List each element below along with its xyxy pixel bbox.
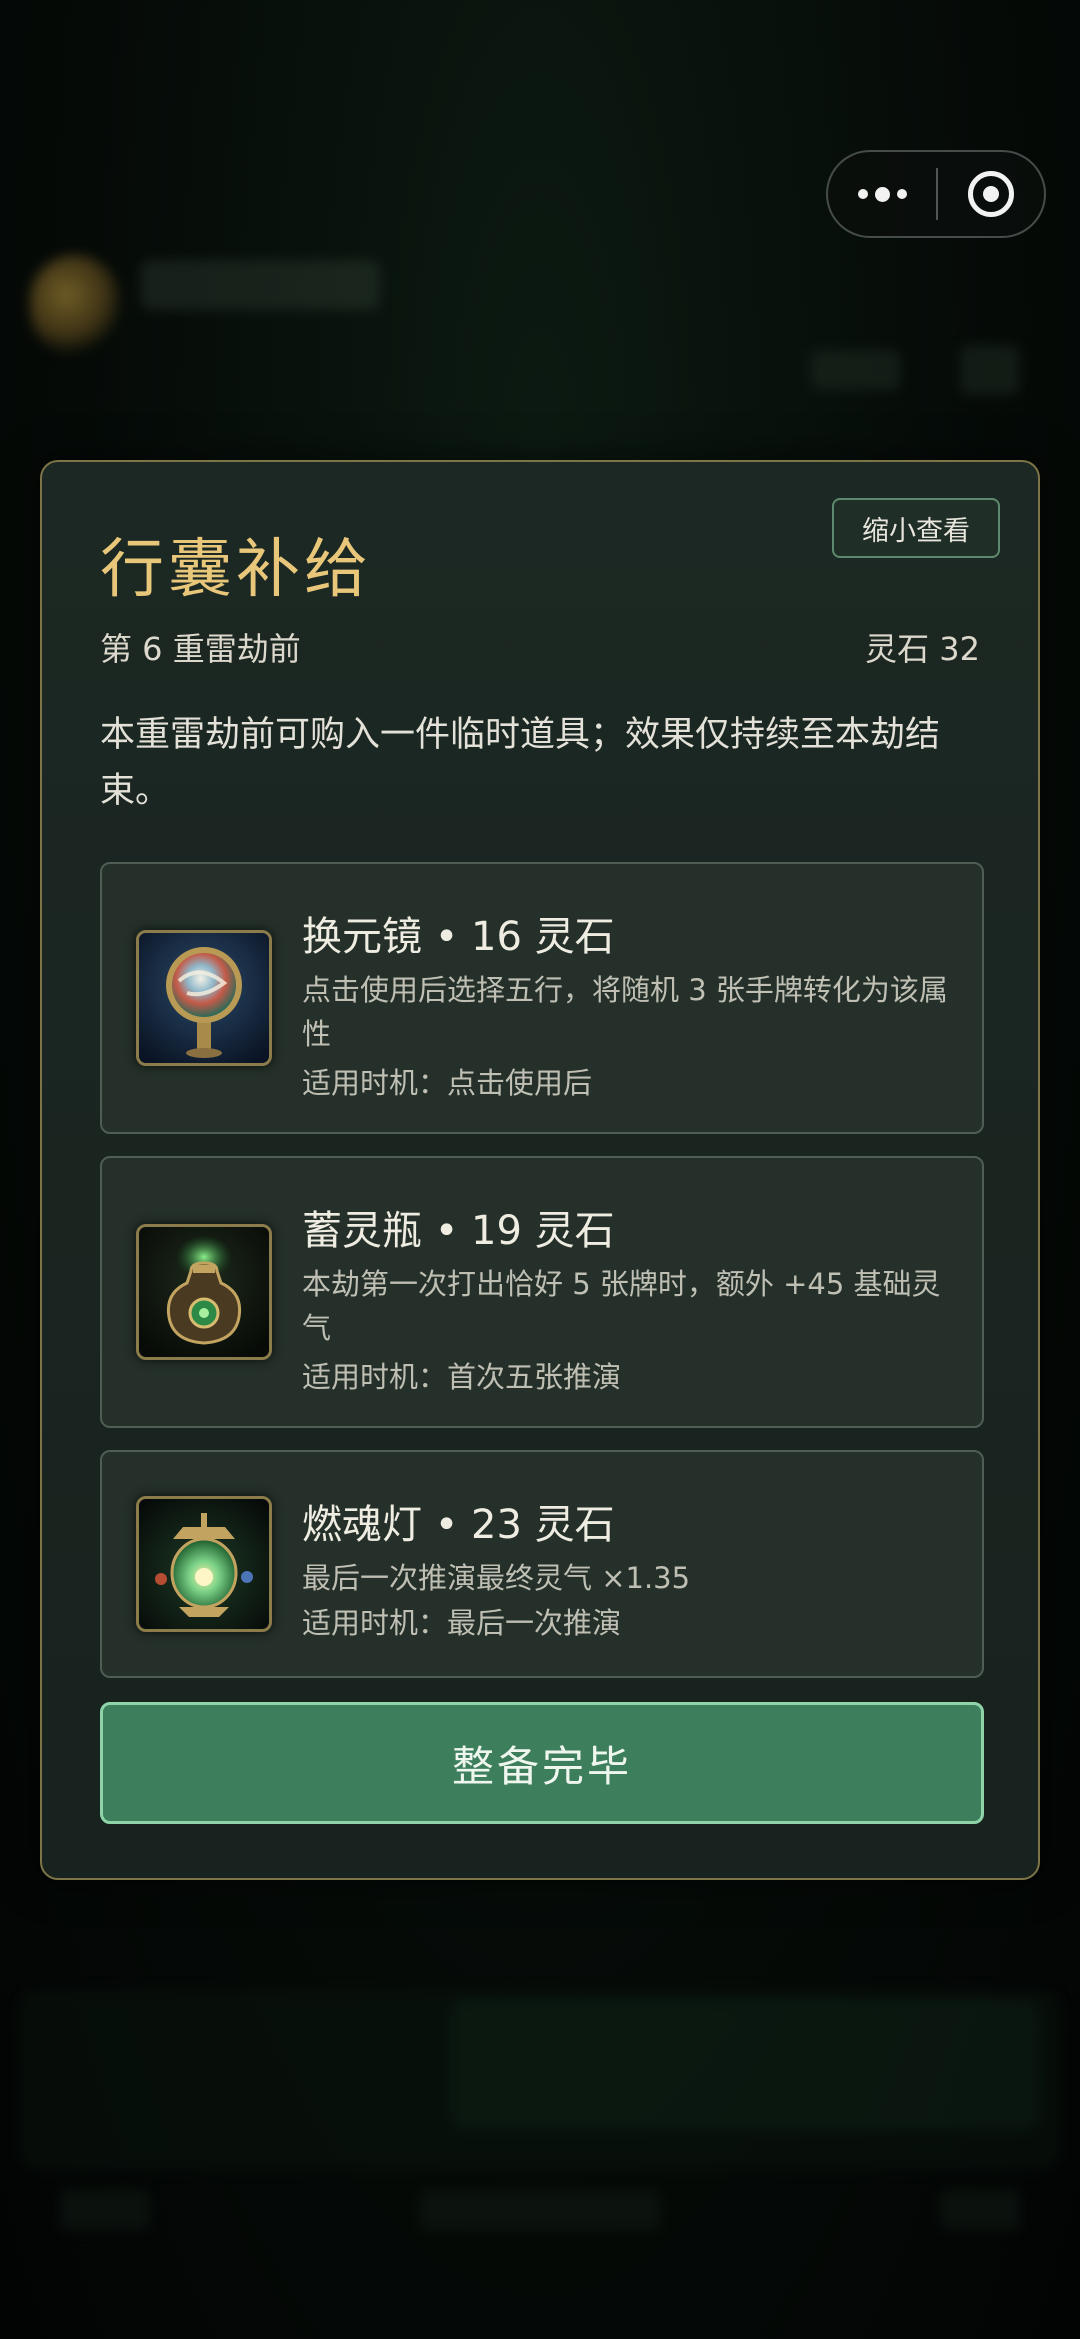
item-name: 换元镜 • 16 灵石 xyxy=(302,914,615,960)
background-chip xyxy=(960,345,1020,395)
shop-item-vase[interactable]: 蓄灵瓶 • 19 灵石 本劫第一次打出恰好 5 张牌时，额外 +45 基础灵气 … xyxy=(100,1156,984,1428)
more-dots-icon xyxy=(857,186,907,202)
shop-item-lantern[interactable]: 燃魂灯 • 23 灵石 最后一次推演最终灵气 ×1.35 适用时机：最后一次推演 xyxy=(100,1450,984,1678)
item-name: 燃魂灯 • 23 灵石 xyxy=(302,1502,615,1548)
background-logo xyxy=(30,255,120,355)
tribulation-stage: 第 6 重雷劫前 xyxy=(100,630,301,668)
shop-item-mirror[interactable]: 换元镜 • 16 灵石 点击使用后选择五行，将随机 3 张手牌转化为该属性 适用… xyxy=(100,862,984,1134)
spirit-stone-balance: 灵石 32 xyxy=(865,630,980,668)
item-effect: 点击使用后选择五行，将随机 3 张手牌转化为该属性 xyxy=(302,973,948,1051)
background-chip xyxy=(810,350,900,390)
close-miniprogram-button[interactable] xyxy=(938,152,1044,236)
item-timing: 适用时机：点击使用后 xyxy=(302,1066,593,1100)
modal-title: 行囊补给 xyxy=(100,533,372,607)
shrink-view-button[interactable]: 缩小查看 xyxy=(832,498,1000,558)
more-button[interactable] xyxy=(828,152,936,236)
item-effect: 最后一次推演最终灵气 ×1.35 xyxy=(302,1561,691,1595)
miniprogram-capsule xyxy=(826,150,1046,238)
background-bottom-item xyxy=(940,2190,1020,2230)
background-panel-button xyxy=(450,2000,1040,2130)
background-bottom-item xyxy=(60,2190,150,2230)
ready-button[interactable]: 整备完毕 xyxy=(100,1702,984,1824)
item-timing: 适用时机：首次五张推演 xyxy=(302,1360,622,1394)
item-name: 蓄灵瓶 • 19 灵石 xyxy=(302,1208,615,1254)
spirit-vase-icon xyxy=(136,1224,272,1360)
background-bottom-item xyxy=(420,2190,660,2230)
item-timing: 适用时机：最后一次推演 xyxy=(302,1606,622,1640)
background-title xyxy=(140,260,380,310)
item-effect: 本劫第一次打出恰好 5 张牌时，额外 +45 基础灵气 xyxy=(302,1267,941,1345)
target-close-icon xyxy=(968,171,1014,217)
mirror-icon xyxy=(136,930,272,1066)
soul-lantern-icon xyxy=(136,1496,272,1632)
supply-modal: 缩小查看 行囊补给 第 6 重雷劫前 灵石 32 本重雷劫前可购入一件临时道具；… xyxy=(40,460,1040,1880)
modal-description: 本重雷劫前可购入一件临时道具；效果仅持续至本劫结束。 xyxy=(100,715,941,811)
